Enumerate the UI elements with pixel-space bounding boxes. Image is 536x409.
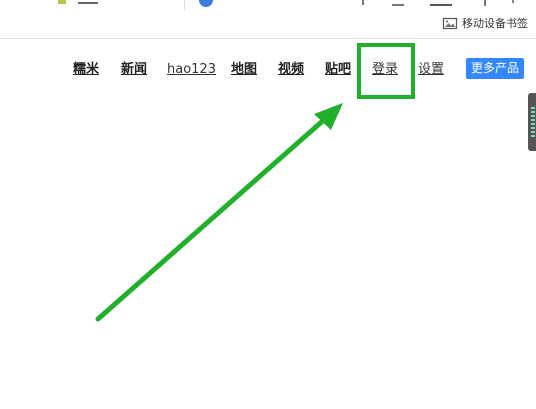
grip-icon (531, 107, 535, 137)
side-panel-handle[interactable] (528, 93, 536, 151)
annotation-arrow-icon (95, 103, 343, 322)
